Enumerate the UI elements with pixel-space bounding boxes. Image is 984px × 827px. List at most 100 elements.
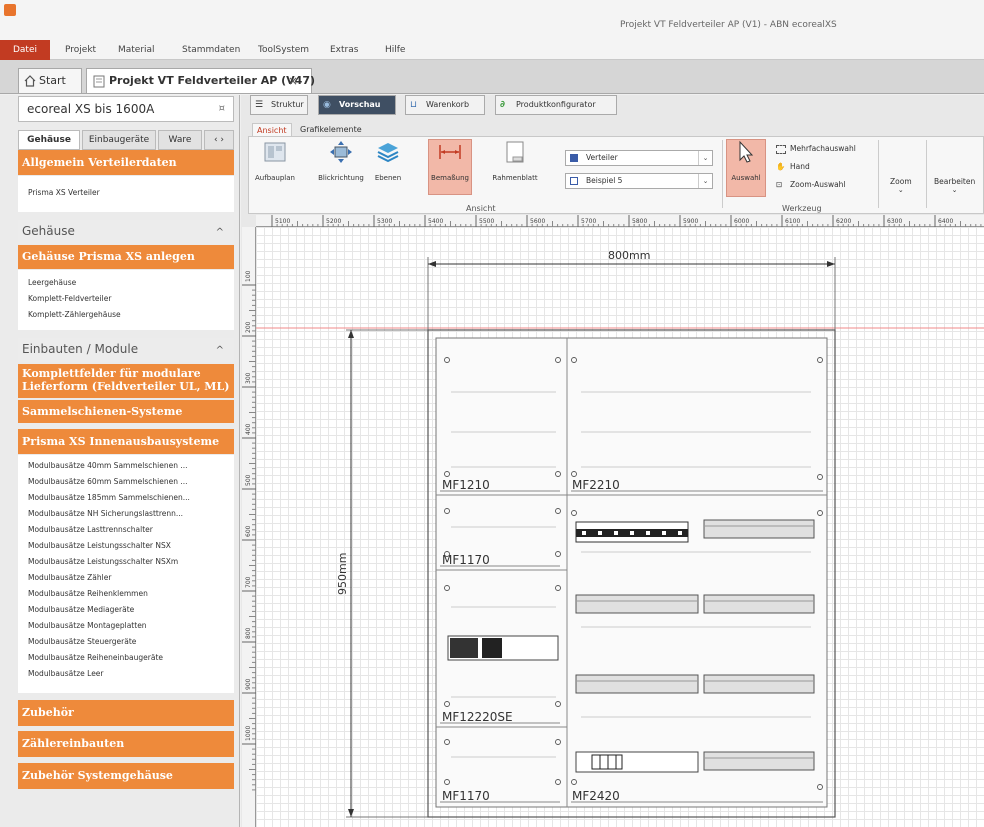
menu-material[interactable]: Material (118, 45, 155, 55)
ruler-tick-label: 5400 (428, 218, 443, 225)
list-item[interactable]: Modulbausätze Lasttrennschalter (28, 525, 228, 534)
chevron-down-icon[interactable]: ⌄ (698, 174, 712, 188)
list-item[interactable]: Modulbausätze Leistungsschalter NSX (28, 541, 228, 550)
mehrfachauswahl-label: Mehrfachauswahl (790, 144, 856, 153)
horizontal-ruler-ticks: 5100 5200 5300 5400 5500 5600 5700 5800 5900 6000… (271, 215, 982, 227)
menu-datei[interactable]: Datei (0, 40, 50, 60)
category-zaehlereinbauten[interactable]: Zählereinbauten (18, 731, 234, 757)
close-icon[interactable]: × (288, 74, 298, 88)
blickrichtung-label: Blickrichtung (318, 174, 364, 182)
tab-vorschau[interactable]: ◉ Vorschau (318, 95, 396, 115)
horizontal-ruler: 5100 5200 5300 5400 5500 5600 5700 5800 5900 6000… (256, 215, 984, 227)
list-item[interactable]: Modulbausätze 185mm Sammelschienen... (28, 493, 228, 502)
hand-tool[interactable]: ✋ Hand (776, 162, 810, 171)
category-gehaeuse-anlegen[interactable]: Gehäuse Prisma XS anlegen (18, 245, 234, 269)
list-item[interactable]: Modulbausätze Zähler (28, 573, 228, 582)
tab-start-label: Start (39, 74, 66, 87)
menu-stammdaten[interactable]: Stammdaten (182, 45, 240, 55)
rahmenblatt-button[interactable]: Rahmenblatt (490, 140, 540, 192)
zoom-button[interactable]: Zoom ⌄ (890, 177, 912, 194)
field-label: MF12220SE (442, 710, 513, 724)
ruler-tick-label: 5300 (377, 218, 392, 225)
category-innenausbau[interactable]: Prisma XS Innenausbausysteme (18, 429, 234, 454)
category-komplettfelder[interactable]: Komplettfelder für modulare Lieferform (… (18, 364, 234, 398)
ruler-tick-label: 5900 (683, 218, 698, 225)
list-item[interactable]: Modulbausätze Mediageräte (28, 605, 228, 614)
zoom-auswahl-tool[interactable]: ⊡ Zoom-Auswahl (776, 180, 846, 189)
list-item[interactable]: Modulbausätze Reihenklemmen (28, 589, 228, 598)
blickrichtung-button[interactable]: Blickrichtung (314, 140, 368, 192)
tab-scroll-arrows[interactable]: ‹ › (204, 130, 234, 150)
menu-toolsystem[interactable]: ToolSystem (258, 45, 309, 55)
pin-icon[interactable]: ¤ (219, 97, 225, 121)
category-zubehoer[interactable]: Zubehör (18, 700, 234, 726)
menu-projekt[interactable]: Projekt (65, 45, 96, 55)
tab-ware[interactable]: Ware (158, 130, 202, 150)
bearbeiten-button[interactable]: Bearbeiten ⌄ (934, 177, 975, 194)
ruler-tick-label: 700 (245, 576, 252, 588)
aufbauplan-button[interactable]: Aufbauplan (254, 140, 296, 192)
ribbon-tab-grafikelemente[interactable]: Grafikelemente (296, 123, 366, 137)
list-item[interactable]: Modulbausätze 40mm Sammelschienen ... (28, 461, 228, 470)
ruler-tick-label: 1000 (245, 726, 252, 741)
window-title: Projekt VT Feldverteiler AP (V1) - ABN e… (620, 20, 837, 30)
ruler-tick-label: 5700 (581, 218, 596, 225)
tab-project[interactable]: Projekt VT Feldverteiler AP (V47) (86, 68, 315, 93)
pointer-icon (739, 140, 754, 163)
drawing-canvas[interactable]: 800mm 950mm MF1210 MF2210 MF1170 MF12220… (256, 227, 984, 827)
distributor-dropdown[interactable]: Verteiler ⌄ (565, 150, 713, 166)
chevron-down-icon[interactable]: ⌄ (698, 151, 712, 165)
section-gehaeuse[interactable]: Gehäuse ^ (18, 220, 234, 244)
mehrfachauswahl-tool[interactable]: Mehrfachauswahl (776, 144, 856, 154)
category-sammelschienen[interactable]: Sammelschienen-Systeme (18, 400, 234, 423)
ruler-tick-label: 6000 (734, 218, 749, 225)
gehaeuse-list: Leergehäuse Komplett-Feldverteiler Kompl… (18, 270, 234, 330)
ruler-tick-label: 5800 (632, 218, 647, 225)
app-logo (4, 4, 16, 16)
menu-hilfe[interactable]: Hilfe (385, 45, 405, 55)
bearbeiten-label: Bearbeiten (934, 177, 976, 186)
tab-start[interactable]: Start (18, 68, 82, 93)
busbar-right-5 (703, 751, 815, 771)
list-item[interactable]: Prisma XS Verteiler (28, 188, 228, 197)
ebenen-button[interactable]: Ebenen (370, 140, 406, 192)
list-item[interactable]: Modulbausätze Leer (28, 669, 228, 678)
tab-einbaugeraete[interactable]: Einbaugeräte (82, 130, 156, 150)
document-tab-bar: Start Projekt VT Feldverteiler AP (V47) … (0, 60, 984, 94)
ruler-tick-label: 200 (245, 321, 252, 333)
switch-device (447, 635, 559, 661)
field-label: MF2210 (572, 478, 620, 492)
list-item[interactable]: Komplett-Zählergehäuse (28, 310, 228, 319)
list-item[interactable]: Modulbausätze Steuergeräte (28, 637, 228, 646)
tab-gehaeuse[interactable]: Gehäuse (18, 130, 80, 150)
tab-struktur[interactable]: ☰ Struktur (250, 95, 308, 115)
menu-extras[interactable]: Extras (330, 45, 358, 55)
list-item[interactable]: Modulbausätze NH Sicherungslasttrenn... (28, 509, 228, 518)
ruler-tick-label: 5100 (275, 218, 290, 225)
list-item[interactable]: Modulbausätze Leistungsschalter NSXm (28, 557, 228, 566)
field-label: MF1210 (442, 478, 490, 492)
section-einbauten[interactable]: Einbauten / Module ^ (18, 338, 234, 362)
bemassung-button[interactable]: Bemaßung (428, 139, 472, 195)
ruler-tick-label: 5600 (530, 218, 545, 225)
ruler-tick-label: 100 (245, 270, 252, 282)
catalog-selector[interactable]: ecoreal XS bis 1600A ¤ (18, 96, 234, 122)
category-allgemein[interactable]: Allgemein Verteilerdaten (18, 150, 234, 175)
chevron-up-icon[interactable]: ^ (216, 340, 224, 362)
list-item[interactable]: Modulbausätze Montageplatten (28, 621, 228, 630)
ribbon-separator (878, 140, 879, 208)
ribbon-tab-ansicht[interactable]: Ansicht (252, 123, 292, 137)
ruler-tick-label: 6400 (938, 218, 953, 225)
list-item[interactable]: Komplett-Feldverteiler (28, 294, 228, 303)
field-label: MF1170 (442, 789, 490, 803)
list-item[interactable]: Modulbausätze Reiheneinbaugeräte (28, 653, 228, 662)
category-zubehoer-system[interactable]: Zubehör Systemgehäuse (18, 763, 234, 789)
list-item[interactable]: Leergehäuse (28, 278, 228, 287)
ruler-tick-label: 500 (245, 474, 252, 486)
auswahl-button[interactable]: Auswahl (726, 139, 766, 197)
tab-produktkonfigurator[interactable]: ∂ Produktkonfigurator (495, 95, 617, 115)
chevron-up-icon[interactable]: ^ (216, 222, 224, 244)
example-dropdown[interactable]: Beispiel 5 ⌄ (565, 173, 713, 189)
list-item[interactable]: Modulbausätze 60mm Sammelschienen ... (28, 477, 228, 486)
tab-warenkorb[interactable]: ⊔ Warenkorb (405, 95, 485, 115)
